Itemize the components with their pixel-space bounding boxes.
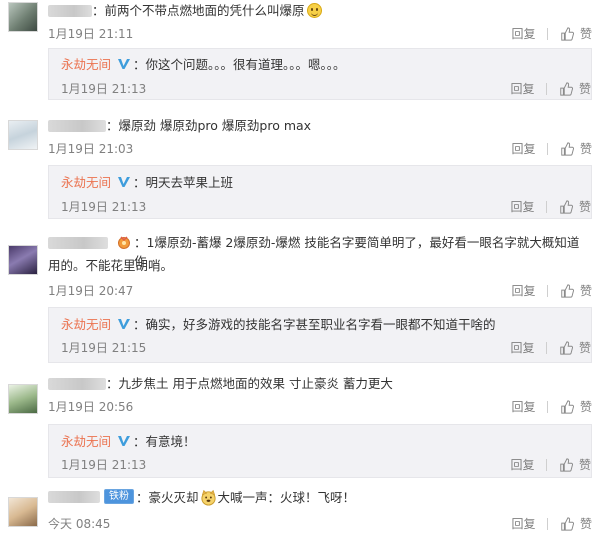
reply-actions: 回复 赞 — [510, 339, 591, 356]
reply-actions: 回复 赞 — [510, 198, 591, 215]
reply-box: 永劫无间 ：你这个问题。。。很有道理。。。嗯。。。 1月19日 21:13 回复… — [48, 48, 592, 100]
thumbs-up-icon[interactable] — [559, 340, 574, 355]
comment-actions: 回复 赞 — [511, 25, 592, 42]
divider — [547, 142, 549, 155]
like-button[interactable]: 赞 — [579, 339, 591, 356]
comment-time: 今天 08:45 — [48, 517, 111, 531]
reply-line: 永劫无间 ：明天去苹果上班 — [61, 175, 234, 190]
reply-time: 1月19日 21:13 — [61, 458, 147, 472]
divider — [546, 200, 548, 213]
comment-item: 铁粉 ：豪火灭却 大喊一声：火球！飞呀！ 今天 08:45 回复 赞 — [0, 485, 600, 535]
reply-author[interactable]: 永劫无间 — [61, 175, 111, 190]
divider — [546, 458, 548, 471]
reply-button[interactable]: 回复 — [511, 140, 535, 157]
divider — [547, 27, 549, 40]
like-button[interactable]: 赞 — [580, 515, 592, 532]
comment-time: 1月19日 20:56 — [48, 400, 134, 414]
like-button[interactable]: 赞 — [579, 80, 591, 97]
username-redacted[interactable] — [48, 378, 106, 390]
comment-actions: 回复 赞 — [511, 398, 592, 415]
like-button[interactable]: 赞 — [580, 282, 592, 299]
avatar[interactable] — [8, 245, 38, 275]
like-button[interactable]: 赞 — [580, 25, 592, 42]
thumbs-up-icon[interactable] — [559, 81, 574, 96]
reply-box: 永劫无间 ：有意境！ 1月19日 21:13 回复 赞 — [48, 424, 592, 478]
smile-emoji-icon — [306, 3, 322, 18]
reply-text: 明天去苹果上班 — [145, 175, 234, 190]
divider — [546, 341, 548, 354]
comment-item: ：爆原劲 爆原劲pro 爆原劲pro max 1月19日 21:03 回复 赞 … — [0, 116, 600, 236]
reply-button[interactable]: 回复 — [511, 25, 535, 42]
comment-text: ：九步焦土 用于点燃地面的效果 寸止豪炎 蓄力更大 — [106, 376, 393, 391]
comment-actions: 回复 赞 — [511, 140, 592, 157]
reply-line: 永劫无间 ：确实，好多游戏的技能名字甚至职业名字看一眼都不知道干啥的 — [61, 317, 496, 332]
reply-actions: 回复 赞 — [510, 456, 591, 473]
reply-button[interactable]: 回复 — [510, 80, 534, 97]
reply-time: 1月19日 21:15 — [61, 341, 147, 355]
reply-actions: 回复 赞 — [510, 80, 591, 97]
verified-v-icon — [118, 177, 130, 187]
comment-time: 1月19日 21:03 — [48, 142, 134, 156]
divider — [546, 82, 548, 95]
like-button[interactable]: 赞 — [580, 140, 592, 157]
reply-text: 你这个问题。。。很有道理。。。嗯。。。 — [145, 57, 346, 72]
thumbs-up-icon[interactable] — [560, 399, 575, 414]
verified-v-icon — [118, 319, 130, 329]
avatar[interactable] — [8, 120, 38, 150]
reply-author[interactable]: 永劫无间 — [61, 317, 111, 332]
comment-actions: 回复 赞 — [511, 282, 592, 299]
comment-time: 1月19日 20:47 — [48, 284, 134, 298]
comment-text: ：爆原劲 爆原劲pro 爆原劲pro max — [106, 118, 312, 133]
thumbs-up-icon[interactable] — [559, 199, 574, 214]
dog-emoji-icon — [200, 489, 216, 506]
comment-text: ：前两个不带点燃地面的凭什么叫爆原 — [92, 1, 590, 20]
verified-v-icon — [118, 59, 130, 69]
fan-badge[interactable]: 铁粉 — [104, 489, 134, 504]
reply-button[interactable]: 回复 — [511, 515, 535, 532]
username-redacted[interactable] — [48, 237, 108, 249]
reply-text: 有意境！ — [145, 434, 196, 449]
like-button[interactable]: 赞 — [580, 398, 592, 415]
reply-time: 1月19日 21:13 — [61, 200, 147, 214]
verified-v-icon — [118, 436, 130, 446]
avatar[interactable] — [8, 384, 38, 414]
thumbs-up-icon[interactable] — [560, 516, 575, 531]
avatar[interactable] — [8, 497, 38, 527]
reply-button[interactable]: 回复 — [510, 339, 534, 356]
thumbs-up-icon[interactable] — [560, 141, 575, 156]
comment-time: 1月19日 21:11 — [48, 27, 134, 41]
username-redacted[interactable] — [48, 491, 100, 503]
comment-item: ：前两个不带点燃地面的凭什么叫爆原 1月19日 21:11 回复 赞 永劫无间 … — [0, 0, 600, 100]
reply-button[interactable]: 回复 — [510, 198, 534, 215]
reply-line: 永劫无间 ：有意境！ — [61, 434, 196, 449]
reply-box: 永劫无间 ：确实，好多游戏的技能名字甚至职业名字看一眼都不知道干啥的 1月19日… — [48, 307, 592, 363]
comment-text: ：豪火灭却 大喊一声：火球！飞呀！ — [136, 489, 356, 506]
reply-author[interactable]: 永劫无间 — [61, 434, 111, 449]
like-button[interactable]: 赞 — [579, 198, 591, 215]
reply-author[interactable]: 永劫无间 — [61, 57, 111, 72]
username-redacted[interactable] — [48, 5, 92, 17]
reply-button[interactable]: 回复 — [511, 398, 535, 415]
divider — [547, 400, 549, 413]
comment-text-continued: 用的。不能花里胡哨。 — [48, 258, 174, 273]
divider — [547, 517, 549, 530]
comment-item: ：九步焦土 用于点燃地面的效果 寸止豪炎 蓄力更大 1月19日 20:56 回复… — [0, 374, 600, 484]
divider — [547, 284, 549, 297]
comment-item: ：1爆原劲-蓄爆 2爆原劲-爆燃 技能名字要简单明了，最好看一眼名字就大概知道作… — [0, 233, 600, 373]
thumbs-up-icon[interactable] — [560, 283, 575, 298]
reply-button[interactable]: 回复 — [510, 456, 534, 473]
thumbs-up-icon[interactable] — [559, 457, 574, 472]
comment-actions: 回复 赞 — [511, 515, 592, 532]
reply-time: 1月19日 21:13 — [61, 82, 147, 96]
username-redacted[interactable] — [48, 120, 106, 132]
reply-text: 确实，好多游戏的技能名字甚至职业名字看一眼都不知道干啥的 — [145, 317, 496, 332]
like-button[interactable]: 赞 — [579, 456, 591, 473]
medal-icon[interactable] — [116, 235, 132, 249]
reply-box: 永劫无间 ：明天去苹果上班 1月19日 21:13 回复 赞 — [48, 165, 592, 219]
avatar[interactable] — [8, 2, 38, 32]
reply-line: 永劫无间 ：你这个问题。。。很有道理。。。嗯。。。 — [61, 57, 346, 72]
thumbs-up-icon[interactable] — [560, 26, 575, 41]
reply-button[interactable]: 回复 — [511, 282, 535, 299]
